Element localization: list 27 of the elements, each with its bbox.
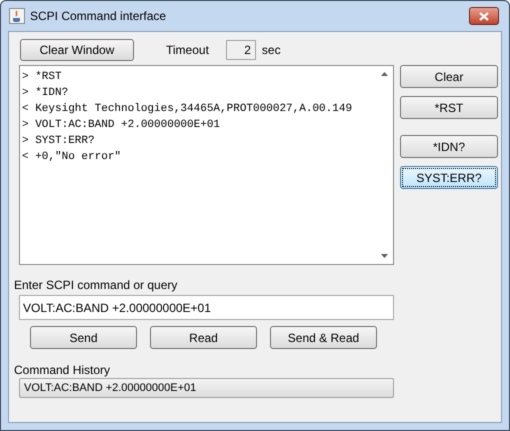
close-button[interactable]	[469, 7, 499, 25]
java-cup-icon	[9, 8, 25, 24]
action-button[interactable]: Read	[150, 326, 257, 349]
action-button[interactable]: Send & Read	[270, 326, 377, 349]
clear-window-button[interactable]: Clear Window	[20, 39, 134, 61]
window-title: SCPI Command interface	[30, 8, 166, 25]
command-button[interactable]: Clear	[400, 65, 498, 88]
timeout-unit-label: sec	[262, 42, 281, 59]
command-button[interactable]: *RST	[400, 96, 498, 119]
close-icon	[479, 12, 489, 20]
console-line: < +0,"No error"	[22, 150, 122, 165]
console-line: < Keysight Technologies,34465A,PROT000027,A.00.149	[22, 102, 352, 117]
timeout-field[interactable]: 2	[226, 40, 256, 60]
console-line: > SYST:ERR?	[22, 134, 95, 149]
timeout-label: Timeout	[166, 42, 209, 59]
console-line: > VOLT:AC:BAND +2.00000000E+01	[22, 118, 220, 133]
command-button[interactable]: *IDN?	[400, 135, 498, 158]
command-button[interactable]: SYST:ERR?	[400, 166, 498, 189]
command-field[interactable]: VOLT:AC:BAND +2.00000000E+01	[19, 295, 394, 320]
console-line: > *IDN?	[22, 86, 68, 101]
console-line: > *RST	[22, 70, 62, 85]
history-dropdown[interactable]: VOLT:AC:BAND +2.00000000E+01	[19, 378, 394, 398]
scroll-up-icon[interactable]	[381, 72, 388, 76]
history-label: Command History	[14, 363, 112, 377]
action-button[interactable]: Send	[30, 326, 137, 349]
command-label: Enter SCPI command or query	[14, 278, 178, 292]
scroll-down-icon[interactable]	[381, 254, 388, 258]
